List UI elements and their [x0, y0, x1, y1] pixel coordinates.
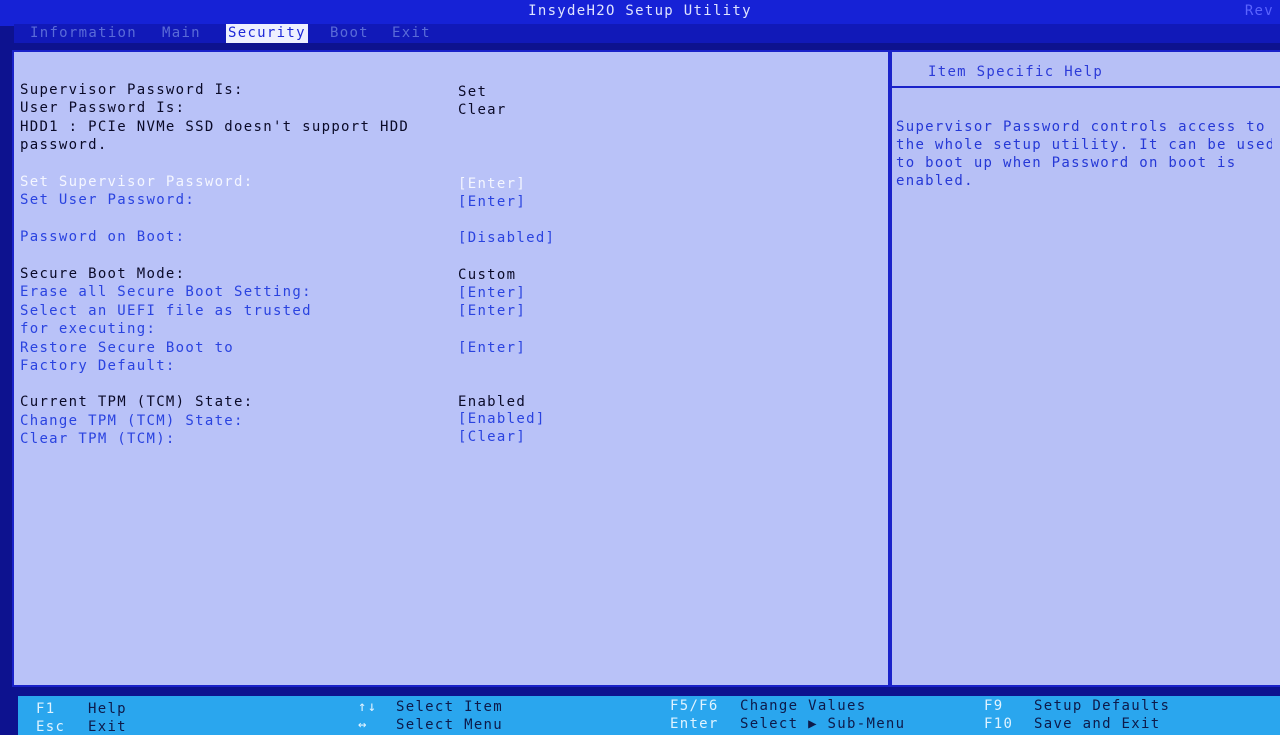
- help-title: Item Specific Help: [892, 52, 1280, 88]
- select-uefi-file-label-line1[interactable]: Select an UEFI file as trusted: [20, 302, 312, 320]
- change-tpm-state-value[interactable]: [Enabled]: [458, 410, 546, 428]
- current-tpm-state-value: Enabled: [458, 394, 527, 410]
- set-supervisor-password-value[interactable]: [Enter]: [458, 175, 526, 193]
- menu-main[interactable]: Main: [162, 24, 201, 43]
- current-tpm-state-label: Current TPM (TCM) State:: [20, 394, 254, 410]
- key-enter: Enter: [670, 716, 719, 732]
- title-corner-text: Rev: [1244, 3, 1274, 19]
- user-password-status-label: User Password Is:: [20, 100, 186, 116]
- erase-secure-boot-label[interactable]: Erase all Secure Boot Setting:: [20, 283, 312, 301]
- key-f9: F9: [984, 698, 1004, 714]
- bios-screen: InsydeH2O Setup Utility Rev Information …: [0, 0, 1280, 735]
- key-enter-desc: Select ▶ Sub-Menu: [740, 716, 906, 732]
- set-supervisor-password-label[interactable]: Set Supervisor Password:: [20, 173, 254, 191]
- supervisor-password-status-label: Supervisor Password Is:: [20, 82, 244, 98]
- password-on-boot-label[interactable]: Password on Boot:: [20, 228, 185, 246]
- select-uefi-file-value[interactable]: [Enter]: [458, 302, 526, 320]
- restore-secure-boot-value[interactable]: [Enter]: [458, 339, 526, 357]
- erase-secure-boot-value[interactable]: [Enter]: [458, 284, 526, 302]
- change-tpm-state-label[interactable]: Change TPM (TCM) State:: [20, 412, 244, 430]
- menu-bar: Information Main Security Boot Exit: [14, 24, 1280, 43]
- restore-secure-boot-label-line2[interactable]: Factory Default:: [20, 357, 176, 375]
- key-legend-bar: F1 Help Esc Exit ↑↓ Select Item ↔ Select…: [18, 696, 1280, 735]
- set-user-password-value[interactable]: [Enter]: [458, 193, 526, 211]
- restore-secure-boot-label-line1[interactable]: Restore Secure Boot to: [20, 339, 234, 357]
- key-f9-desc: Setup Defaults: [1034, 698, 1171, 714]
- app-title: InsydeH2O Setup Utility: [528, 3, 752, 19]
- key-f1: F1: [36, 701, 56, 717]
- key-f10-desc: Save and Exit: [1034, 716, 1161, 732]
- key-f5f6: F5/F6: [670, 698, 719, 714]
- secure-boot-mode-value: Custom: [458, 267, 517, 283]
- key-leftright: ↔: [358, 717, 368, 733]
- key-esc-desc: Exit: [88, 719, 127, 735]
- menu-boot[interactable]: Boot: [330, 24, 369, 43]
- menu-security[interactable]: Security: [226, 24, 308, 43]
- title-bar: InsydeH2O Setup Utility Rev: [0, 0, 1280, 26]
- secure-boot-mode-label: Secure Boot Mode:: [20, 266, 186, 282]
- item-help-panel: Item Specific Help Supervisor Password c…: [890, 50, 1280, 687]
- help-text: Supervisor Password controls access to t…: [896, 119, 1272, 189]
- key-f5f6-desc: Change Values: [740, 698, 867, 714]
- set-user-password-label[interactable]: Set User Password:: [20, 191, 195, 209]
- key-updown: ↑↓: [358, 699, 378, 715]
- hdd-note-line2: password.: [20, 137, 108, 153]
- security-panel: Supervisor Password Is: Set User Passwor…: [12, 50, 890, 687]
- user-password-status-value: Clear: [458, 102, 507, 118]
- key-f10: F10: [984, 716, 1014, 732]
- key-f1-desc: Help: [88, 701, 127, 717]
- hdd-note-line1: HDD1 : PCIe NVMe SSD doesn't support HDD: [20, 119, 410, 135]
- supervisor-password-status-value: Set: [458, 84, 488, 100]
- menu-information[interactable]: Information: [30, 24, 137, 43]
- key-esc: Esc: [36, 719, 66, 735]
- menu-exit[interactable]: Exit: [392, 24, 431, 43]
- key-updown-desc: Select Item: [396, 699, 504, 715]
- clear-tpm-label[interactable]: Clear TPM (TCM):: [20, 430, 176, 448]
- select-uefi-file-label-line2[interactable]: for executing:: [20, 320, 156, 338]
- password-on-boot-value[interactable]: [Disabled]: [458, 229, 555, 247]
- key-leftright-desc: Select Menu: [396, 717, 504, 733]
- clear-tpm-value[interactable]: [Clear]: [458, 428, 526, 446]
